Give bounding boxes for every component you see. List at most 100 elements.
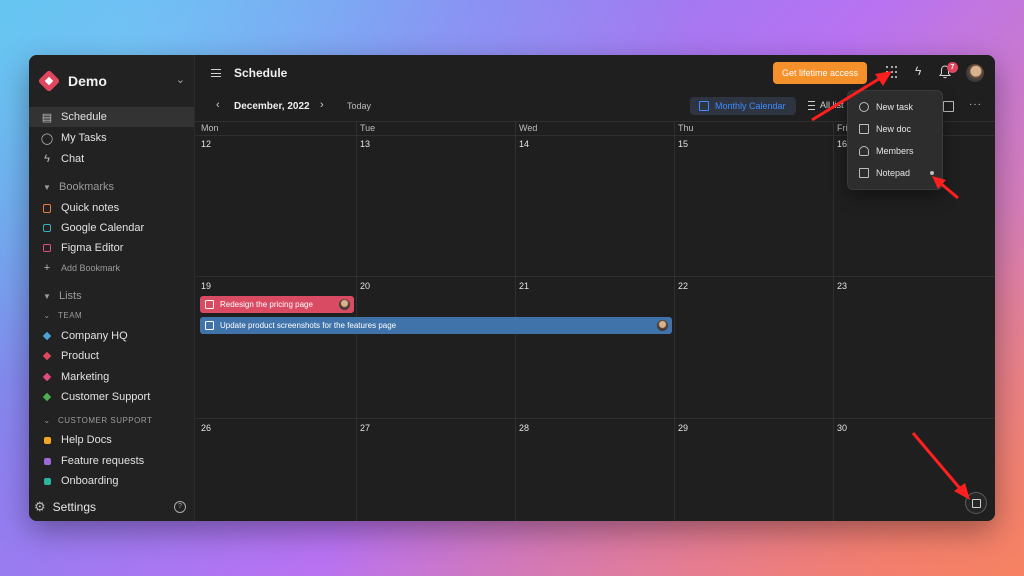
workspace-logo-icon: [37, 69, 61, 93]
day-cell[interactable]: 27: [360, 423, 370, 433]
page-title: Schedule: [234, 66, 288, 80]
list-label: Company HQ: [61, 330, 128, 342]
checkbox[interactable]: [205, 300, 214, 309]
day-cell[interactable]: 21: [519, 281, 529, 291]
bookmark-quick-notes[interactable]: Quick notes: [29, 198, 194, 218]
list-label: Onboarding: [61, 475, 119, 487]
chevron-down-icon: ⌄: [43, 310, 51, 320]
day-cell[interactable]: 14: [519, 139, 529, 149]
gear-icon: ⚙: [34, 499, 46, 514]
bookmarks-section-toggle[interactable]: ▼ Bookmarks: [29, 178, 194, 196]
settings-button[interactable]: ⚙ Settings ?: [29, 493, 194, 521]
square-icon: [40, 457, 54, 465]
menu-item-new-doc[interactable]: New doc: [848, 119, 942, 139]
calendar-sync-icon[interactable]: [943, 101, 954, 112]
list-label: Marketing: [61, 371, 110, 383]
sidebar-item-chat[interactable]: ϟ Chat: [29, 149, 194, 169]
day-cell[interactable]: 22: [678, 281, 688, 291]
list-label: Help Docs: [61, 434, 112, 446]
list-help-docs[interactable]: Help Docs: [29, 430, 194, 450]
external-link-icon: [40, 224, 54, 232]
day-cell[interactable]: 16: [837, 139, 847, 149]
notepad-icon: [859, 168, 869, 178]
list-filter-label: All list: [820, 100, 844, 110]
list-product[interactable]: Product: [29, 346, 194, 366]
diamond-icon: [40, 392, 54, 402]
day-cell[interactable]: 28: [519, 423, 529, 433]
customer-support-group-label: CUSTOMER SUPPORT: [58, 415, 153, 425]
day-cell[interactable]: 29: [678, 423, 688, 433]
menu-icon[interactable]: [211, 69, 221, 77]
diamond-icon: [40, 351, 54, 361]
doc-icon: [859, 124, 869, 134]
day-cell[interactable]: 15: [678, 139, 688, 149]
list-onboarding[interactable]: Onboarding: [29, 471, 194, 491]
all-list-button[interactable]: All list: [808, 100, 844, 110]
bookmark-google-calendar[interactable]: Google Calendar: [29, 218, 194, 238]
notepad-button[interactable]: [965, 492, 987, 514]
task-title: Update product screenshots for the featu…: [220, 321, 397, 330]
chevron-right-icon[interactable]: ›: [320, 99, 324, 111]
apps-grid-icon[interactable]: [886, 66, 900, 80]
checkbox[interactable]: [205, 321, 214, 330]
day-cell[interactable]: 30: [837, 423, 847, 433]
menu-item-members[interactable]: Members: [848, 141, 942, 161]
grid-line: [674, 121, 675, 521]
list-customer-support[interactable]: Customer Support: [29, 387, 194, 407]
day-cell[interactable]: 12: [201, 139, 211, 149]
menu-item-new-task[interactable]: New task: [848, 97, 942, 117]
sidebar-item-label: Chat: [61, 153, 85, 165]
menu-item-label: Notepad: [876, 168, 911, 178]
team-group-toggle[interactable]: ⌄ TEAM: [29, 307, 194, 323]
diamond-icon: [40, 331, 54, 341]
bookmark-figma-editor[interactable]: Figma Editor: [29, 238, 194, 258]
avatar[interactable]: [966, 64, 984, 82]
avatar: [657, 320, 668, 331]
list-label: Customer Support: [61, 391, 151, 403]
notification-badge: 7: [947, 62, 958, 73]
menu-item-label: Members: [876, 146, 914, 156]
weekday-label: Mon: [201, 123, 219, 133]
day-cell[interactable]: 13: [360, 139, 370, 149]
bolt-icon[interactable]: ϟ: [915, 64, 921, 78]
caret-down-icon: ▼: [43, 291, 51, 301]
check-circle-icon: ◯: [40, 132, 54, 145]
diamond-icon: [40, 372, 54, 382]
quick-create-menu: New task New doc Members Notepad: [847, 90, 943, 190]
task-item[interactable]: Redesign the pricing page: [200, 296, 354, 313]
calendar-icon: ▤: [41, 111, 53, 124]
bookmark-label: Google Calendar: [61, 222, 145, 234]
list-feature-requests[interactable]: Feature requests: [29, 451, 194, 471]
add-bookmark-label: Add Bookmark: [61, 263, 121, 273]
today-button[interactable]: Today: [347, 101, 371, 111]
add-bookmark-button[interactable]: + Add Bookmark: [29, 258, 194, 278]
lists-section-toggle[interactable]: ▼ Lists: [29, 287, 194, 305]
weekday-label: Wed: [519, 123, 538, 133]
sidebar-item-label: My Tasks: [61, 132, 107, 144]
workspace-switcher[interactable]: Demo ⌄: [37, 69, 189, 93]
monthly-calendar-view-button[interactable]: Monthly Calendar: [690, 97, 796, 115]
day-cell[interactable]: 20: [360, 281, 370, 291]
day-cell[interactable]: 23: [837, 281, 847, 291]
list-marketing[interactable]: Marketing: [29, 367, 194, 387]
menu-item-notepad[interactable]: Notepad: [848, 163, 942, 183]
team-group-label: TEAM: [58, 310, 83, 320]
lists-title: Lists: [59, 290, 82, 302]
list-company-hq[interactable]: Company HQ: [29, 326, 194, 346]
sidebar-item-my-tasks[interactable]: ◯ My Tasks: [29, 128, 194, 148]
chevron-left-icon[interactable]: ‹: [216, 99, 220, 111]
settings-label: Settings: [52, 500, 97, 514]
sidebar-item-schedule[interactable]: ▤ Schedule: [29, 107, 194, 127]
help-icon[interactable]: ?: [174, 501, 186, 513]
day-cell[interactable]: 26: [201, 423, 211, 433]
task-item[interactable]: Update product screenshots for the featu…: [200, 317, 672, 334]
day-cell[interactable]: 19: [201, 281, 211, 291]
status-dot: [930, 171, 934, 175]
weekday-label: Tue: [360, 123, 376, 133]
square-icon: [40, 477, 54, 485]
lifetime-access-button[interactable]: Get lifetime access: [773, 62, 867, 84]
more-options-icon[interactable]: ···: [969, 99, 982, 110]
calendar-icon: [699, 101, 709, 111]
app-window: Demo ⌄ ▤ Schedule ◯ My Tasks ϟ Chat ▼ Bo…: [29, 55, 995, 521]
customer-support-group-toggle[interactable]: ⌄ CUSTOMER SUPPORT: [29, 412, 194, 428]
